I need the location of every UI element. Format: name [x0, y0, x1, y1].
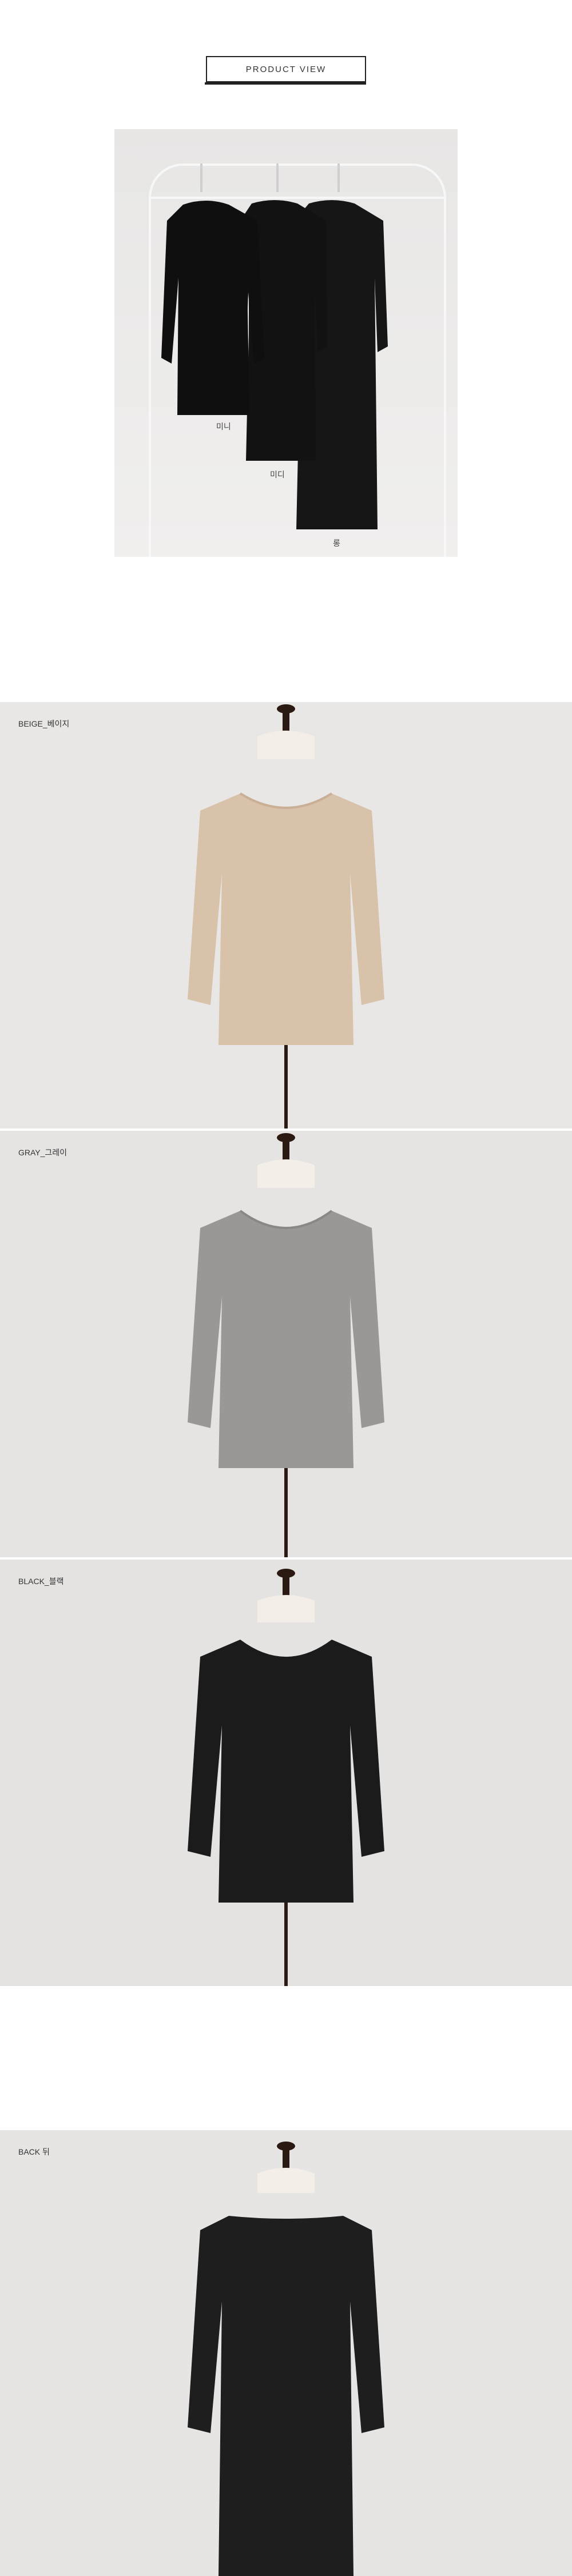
color-section-gray: GRAY_그레이: [0, 1131, 572, 1557]
mannequin-gray-dress: [188, 1133, 384, 1557]
dress-mini: [161, 201, 264, 415]
color-section-black: BLACK_블랙: [0, 1560, 572, 1986]
size-label-midi: 미디: [270, 470, 285, 479]
product-view-photo: 미니 미디 롱: [114, 129, 458, 557]
product-view-title-text: PRODUCT VIEW: [245, 64, 327, 74]
product-view-title: PRODUCT VIEW: [205, 56, 366, 85]
mannequin-back-view: [188, 2142, 384, 2576]
color-section-back: BACK 뒤: [0, 2130, 572, 2576]
size-label-long: 롱: [333, 539, 340, 548]
mannequin-beige-dress: [188, 704, 384, 1129]
size-label-mini: 미니: [216, 422, 231, 431]
color-section-beige: BEIGE_베이지: [0, 702, 572, 1129]
mannequin-black-dress: [188, 1569, 384, 1986]
